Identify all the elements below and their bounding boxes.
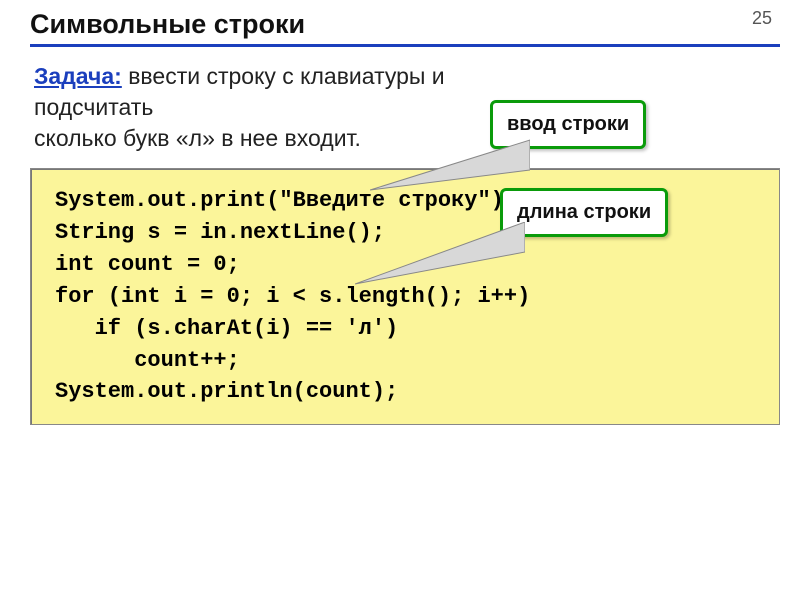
- callout-length-label: длина строки: [517, 201, 651, 223]
- code-line-3: int count = 0;: [55, 252, 240, 277]
- code-line-5: if (s.charAt(i) == 'л'): [55, 316, 398, 341]
- title-rule: [30, 44, 780, 47]
- callout-input-label: ввод строки: [507, 113, 629, 135]
- code-line-7: System.out.println(count);: [55, 379, 398, 404]
- code-line-1: System.out.print("Введите строку");: [55, 188, 517, 213]
- code-line-4: for (int i = 0; i < s.length(); i++): [55, 284, 530, 309]
- page-number: 25: [752, 8, 772, 29]
- code-line-2: String s = in.nextLine();: [55, 220, 385, 245]
- callout-input: ввод строки: [490, 100, 646, 149]
- page-title: Символьные строки: [30, 9, 780, 40]
- task-line2: сколько букв «л» в нее входит.: [34, 125, 361, 151]
- task-label: Задача:: [34, 63, 122, 89]
- code-line-6: count++;: [55, 348, 240, 373]
- callout-length: длина строки: [500, 188, 668, 237]
- task-text: Задача: ввести строку с клавиатуры и под…: [34, 61, 554, 154]
